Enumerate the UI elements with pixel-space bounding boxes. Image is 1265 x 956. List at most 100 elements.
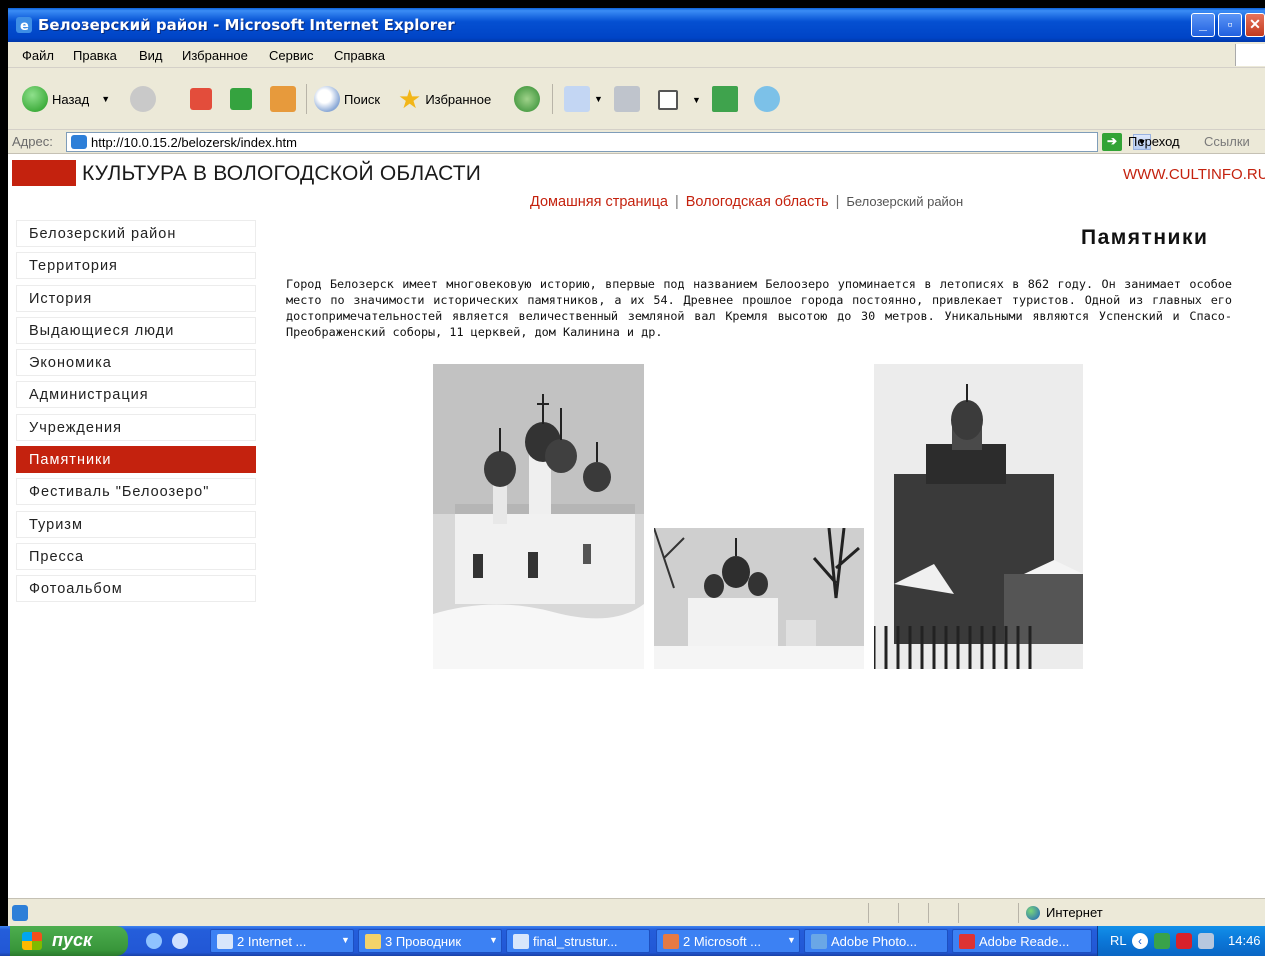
chevron-down-icon: ▼ xyxy=(692,95,701,105)
quicklaunch-ie-icon[interactable] xyxy=(146,933,162,949)
mail-button[interactable]: ▼ xyxy=(564,86,603,112)
intro-text: Город Белозерск имеет многовековую истор… xyxy=(286,277,1232,339)
side-menu-item-territory[interactable]: Территория xyxy=(16,252,256,280)
status-divider xyxy=(1018,903,1019,923)
search-button[interactable]: Поиск xyxy=(314,86,380,112)
favorites-label: Избранное xyxy=(425,91,492,107)
edit-word-button[interactable]: ▼ xyxy=(658,90,701,110)
site-title: КУЛЬТУРА В ВОЛОГОДСКОЙ ОБЛАСТИ xyxy=(82,162,482,185)
task-label: Adobe Photo... xyxy=(831,934,918,949)
menu-tools[interactable]: Сервис xyxy=(269,48,314,63)
home-button[interactable] xyxy=(270,86,300,112)
print-icon xyxy=(614,86,640,112)
menu-file[interactable]: Файл xyxy=(22,48,54,63)
title-bar[interactable]: e Белозерский район - Microsoft Internet… xyxy=(8,8,1265,42)
print-button[interactable] xyxy=(614,86,644,112)
ie-icon xyxy=(217,934,233,949)
go-button[interactable]: Переход xyxy=(1128,134,1180,149)
side-menu-item-monuments[interactable]: Памятники xyxy=(16,446,256,474)
chevron-down-icon: ▼ xyxy=(101,94,111,104)
chevron-down-icon: ▼ xyxy=(787,935,796,945)
maximize-button[interactable]: ▫ xyxy=(1218,13,1242,37)
start-button[interactable]: пуск xyxy=(10,926,128,956)
back-button[interactable]: Назад ▼ xyxy=(22,86,110,112)
side-menu-item-press[interactable]: Пресса xyxy=(16,542,256,570)
wooden-church-photo[interactable] xyxy=(874,364,1083,669)
task-internet-explorer[interactable]: 2 Internet ... ▼ xyxy=(210,929,354,953)
side-menu-item-administration[interactable]: Администрация xyxy=(16,381,256,409)
side-menu: Белозерский район Территория История Выд… xyxy=(16,220,256,608)
address-input[interactable]: http://10.0.15.2/belozersk/index.htm ▼ xyxy=(66,132,1151,152)
network-icon[interactable] xyxy=(1198,933,1214,949)
status-bar: Интернет xyxy=(8,898,1265,926)
forward-button[interactable] xyxy=(130,86,160,112)
side-menu-item-history[interactable]: История xyxy=(16,284,256,312)
breadcrumb-home-link[interactable]: Домашняя страница xyxy=(530,194,668,210)
task-word-document[interactable]: final_strustur... xyxy=(506,929,650,953)
refresh-button[interactable] xyxy=(230,88,256,110)
chevron-down-icon: ▼ xyxy=(594,94,603,104)
language-indicator[interactable]: RL xyxy=(1110,933,1127,948)
toolbar-separator xyxy=(306,84,307,114)
status-divider xyxy=(868,903,869,923)
window-title: Белозерский район - Microsoft Internet E… xyxy=(38,16,455,34)
cathedral-photo[interactable] xyxy=(433,364,644,669)
side-menu-item-belozersk[interactable]: Белозерский район xyxy=(16,220,256,247)
powerpoint-icon xyxy=(663,934,679,949)
side-menu-item-festival[interactable]: Фестиваль "Белоозеро" xyxy=(16,478,256,506)
breadcrumb-region-link[interactable]: Вологодская область xyxy=(686,194,829,210)
breadcrumb-separator: | xyxy=(835,194,840,210)
go-arrow-icon[interactable]: ➔ xyxy=(1102,133,1122,151)
chevron-down-icon: ▼ xyxy=(489,935,498,945)
task-label: final_strustur... xyxy=(533,934,618,949)
home-icon xyxy=(270,86,296,112)
taskbar: пуск 2 Internet ... ▼ 3 Проводник ▼ final_… xyxy=(0,926,1265,956)
pro-tool-button[interactable] xyxy=(712,86,742,112)
menu-favorites[interactable]: Избранное xyxy=(182,48,248,63)
menu-bar: Файл Правка Вид Избранное Сервис Справка xyxy=(8,42,1265,68)
chevron-left-icon[interactable]: ‹ xyxy=(1132,933,1148,949)
mail-icon xyxy=(564,86,590,112)
system-tray: RL ‹ 14:46 xyxy=(1097,926,1265,956)
refresh-icon xyxy=(230,88,252,110)
site-url-link[interactable]: WWW.CULTINFO.RU xyxy=(1123,166,1265,183)
church-winter-photo[interactable] xyxy=(654,528,864,669)
stop-button[interactable] xyxy=(190,88,216,110)
browser-window: e Белозерский район - Microsoft Internet… xyxy=(8,8,1265,926)
tray-app-icon[interactable] xyxy=(1154,933,1170,949)
address-label: Адрес: xyxy=(12,134,53,149)
favorites-button[interactable]: ★ Избранное xyxy=(398,86,491,112)
page-icon xyxy=(71,135,87,149)
close-button[interactable]: ✕ xyxy=(1245,13,1265,37)
links-button[interactable]: Ссылки xyxy=(1204,134,1250,149)
menu-edit[interactable]: Правка xyxy=(73,48,117,63)
address-url: http://10.0.15.2/belozersk/index.htm xyxy=(91,135,297,150)
history-icon xyxy=(514,86,540,112)
menu-view[interactable]: Вид xyxy=(139,48,163,63)
forward-arrow-icon xyxy=(130,86,156,112)
back-arrow-icon xyxy=(22,86,48,112)
security-zone-label: Интернет xyxy=(1046,905,1103,920)
side-menu-item-people[interactable]: Выдающиеся люди xyxy=(16,316,256,344)
task-microsoft[interactable]: 2 Microsoft ... ▼ xyxy=(656,929,800,953)
status-divider xyxy=(928,903,929,923)
messenger-icon xyxy=(754,86,780,112)
toolbar: Назад ▼ Поиск ★ Избранное ▼ ▼ xyxy=(8,68,1265,130)
menu-help[interactable]: Справка xyxy=(334,48,385,63)
side-menu-item-photoalbum[interactable]: Фотоальбом xyxy=(16,575,256,603)
minimize-button[interactable]: _ xyxy=(1191,13,1215,37)
search-icon xyxy=(314,86,340,112)
address-bar: Адрес: http://10.0.15.2/belozersk/index.… xyxy=(8,130,1265,154)
breadcrumb: Домашняя страница | Вологодская область | Бе… xyxy=(530,194,963,210)
task-explorer[interactable]: 3 Проводник ▼ xyxy=(358,929,502,953)
history-button[interactable] xyxy=(514,86,544,112)
pro-tool-icon xyxy=(712,86,738,112)
side-menu-item-institutions[interactable]: Учреждения xyxy=(16,413,256,441)
side-menu-item-economy[interactable]: Экономика xyxy=(16,349,256,377)
task-adobe-reader[interactable]: Adobe Reade... xyxy=(952,929,1092,953)
messenger-button[interactable] xyxy=(754,86,784,112)
task-adobe-photoshop[interactable]: Adobe Photo... xyxy=(804,929,948,953)
side-menu-item-tourism[interactable]: Туризм xyxy=(16,510,256,538)
antivirus-icon[interactable] xyxy=(1176,933,1192,949)
quicklaunch-ie-alt-icon[interactable] xyxy=(172,933,188,949)
